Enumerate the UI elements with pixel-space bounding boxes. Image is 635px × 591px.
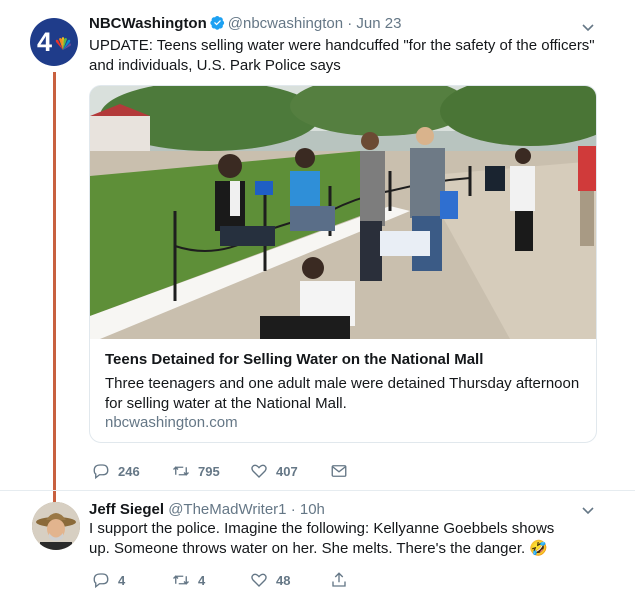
- reply-count: 246: [118, 463, 140, 479]
- reply-icon: [93, 464, 109, 480]
- share-button[interactable]: [330, 571, 356, 589]
- link-card[interactable]: Teens Detained for Selling Water on the …: [89, 85, 597, 443]
- card-description: Three teenagers and one adult male were …: [105, 375, 580, 412]
- tweet-jeff-siegel[interactable]: Jeff Siegel @TheMadWriter1 · 10h I suppo…: [0, 491, 635, 589]
- message-button[interactable]: [330, 462, 356, 480]
- tweet-text: I support the police. Imagine the follow…: [89, 520, 555, 557]
- retweet-count: 795: [198, 463, 220, 479]
- peacock-icon: [55, 37, 71, 50]
- retweet-icon: [173, 466, 189, 476]
- retweet-button[interactable]: 795: [172, 462, 220, 480]
- reply-button[interactable]: 4: [92, 571, 125, 589]
- display-name[interactable]: NBCWashington: [89, 15, 207, 32]
- avatar-logo-text: 4: [37, 27, 53, 57]
- tweet-date[interactable]: · 10h: [291, 501, 325, 518]
- tweet-header: NBCWashington @nbcwashington · Jun 23: [89, 15, 401, 32]
- avatar-photo: [32, 502, 80, 550]
- user-handle[interactable]: @TheMadWriter1: [168, 501, 286, 518]
- like-icon: [251, 464, 267, 478]
- tweet-actions: 246 795 407: [92, 462, 592, 482]
- avatar[interactable]: [32, 502, 80, 550]
- reply-count: 4: [118, 572, 126, 588]
- share-icon: [332, 572, 346, 587]
- tweet-nbcwashington[interactable]: 4 NBCWashington @nbcwashington · Jun 23 U…: [0, 0, 635, 490]
- card-photo: [90, 86, 596, 339]
- avatar[interactable]: 4: [30, 18, 78, 66]
- retweet-button[interactable]: 4: [172, 571, 205, 589]
- tweet-text: UPDATE: Teens selling water were handcuf…: [89, 37, 595, 74]
- like-button[interactable]: 48: [250, 571, 290, 589]
- card-domain[interactable]: nbcwashington.com: [105, 414, 238, 431]
- like-icon: [251, 573, 267, 587]
- tweet-header: Jeff Siegel @TheMadWriter1 · 10h: [89, 501, 325, 518]
- user-handle[interactable]: @nbcwashington: [228, 15, 343, 32]
- reply-icon: [93, 573, 109, 589]
- tweet-actions: 4 4 48: [92, 571, 592, 591]
- retweet-count: 4: [198, 572, 206, 588]
- like-count: 48: [276, 572, 291, 588]
- verified-icon: [210, 15, 224, 30]
- message-icon: [331, 465, 347, 477]
- retweet-icon: [173, 575, 189, 585]
- caret-down-icon[interactable]: [580, 20, 596, 36]
- card-title[interactable]: Teens Detained for Selling Water on the …: [105, 351, 483, 368]
- display-name[interactable]: Jeff Siegel: [89, 501, 164, 518]
- like-button[interactable]: 407: [250, 462, 298, 480]
- tweet-date[interactable]: · Jun 23: [347, 15, 401, 32]
- reply-button[interactable]: 246: [92, 462, 140, 480]
- like-count: 407: [276, 463, 298, 479]
- caret-down-icon[interactable]: [580, 503, 596, 519]
